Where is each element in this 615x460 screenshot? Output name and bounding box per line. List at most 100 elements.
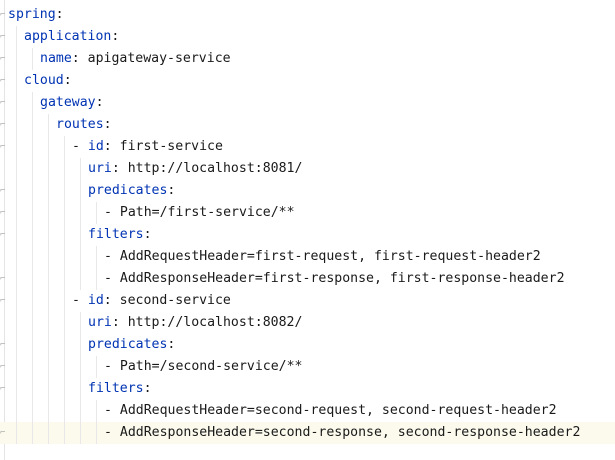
- code-line[interactable]: ⌐ predicates:: [0, 334, 615, 356]
- code-text: gateway:: [40, 92, 104, 114]
- code-line[interactable]: ⌐ gateway:: [0, 92, 615, 114]
- indent-guide: [32, 378, 33, 400]
- indent-guide: [16, 246, 17, 268]
- indent-guide: [16, 70, 17, 92]
- fold-marker-icon[interactable]: ⌐: [0, 98, 8, 108]
- code-line[interactable]: ⌐ - id: second-service: [0, 290, 615, 312]
- fold-marker-icon[interactable]: ⌐: [0, 274, 8, 284]
- code-line[interactable]: ⌐ - AddResponseHeader=first-response, fir…: [0, 268, 615, 290]
- yaml-value: AddResponseHeader=first-response, first-…: [119, 271, 565, 286]
- code-line[interactable]: ⌐ predicates:: [0, 180, 615, 202]
- code-line[interactable]: uri: http://localhost:8081/: [0, 158, 615, 180]
- indent-guide: [64, 202, 65, 224]
- code-text: filters:: [88, 224, 152, 246]
- fold-marker-icon[interactable]: ⌐: [0, 54, 8, 64]
- code-text: - AddRequestHeader=first-request, first-…: [104, 246, 541, 268]
- yaml-value: AddRequestHeader=first-request, first-re…: [119, 249, 541, 264]
- fold-marker-icon[interactable]: ⌐: [0, 120, 8, 130]
- indent-guide: [16, 48, 17, 70]
- yaml-colon: :: [95, 95, 104, 110]
- fold-marker-icon[interactable]: ⌐: [0, 384, 8, 394]
- yaml-editor[interactable]: ⌐ spring: ⌐ application: ⌐ name: apigateway-s…: [0, 0, 615, 460]
- indent-guide: [32, 268, 33, 290]
- code-text: - AddResponseHeader=second-response, sec…: [104, 422, 580, 444]
- indent-guide: [16, 136, 17, 158]
- code-line[interactable]: ⌐ filters:: [0, 224, 615, 246]
- code-line[interactable]: ⌐ spring:: [0, 4, 615, 26]
- fold-marker-icon[interactable]: ⌐: [0, 362, 8, 372]
- indent-guide: [64, 400, 65, 422]
- yaml-colon: :: [71, 51, 80, 66]
- code-text: application:: [24, 26, 119, 48]
- list-dash: -: [104, 359, 120, 374]
- fold-marker-icon[interactable]: ⌐: [0, 428, 8, 438]
- indent-guide: [16, 378, 17, 400]
- code-text: - Path=/second-service/**: [104, 356, 303, 378]
- indent-guide: [80, 356, 81, 378]
- fold-marker-icon[interactable]: ⌐: [0, 142, 8, 152]
- code-line[interactable]: - AddRequestHeader=first-request, first-…: [0, 246, 615, 268]
- code-text: cloud:: [24, 70, 72, 92]
- yaml-key: id: [87, 293, 104, 308]
- indent-guide: [64, 224, 65, 246]
- indent-guide: [32, 356, 33, 378]
- list-dash: -: [104, 425, 120, 440]
- indent-guide: [80, 180, 81, 202]
- indent-guide: [32, 92, 33, 114]
- yaml-key: name: [40, 51, 72, 66]
- indent-guide: [48, 114, 49, 136]
- indent-guide: [32, 246, 33, 268]
- indent-guide: [96, 246, 97, 268]
- indent-guide: [16, 180, 17, 202]
- code-line[interactable]: ⌐ application:: [0, 26, 615, 48]
- fold-marker-icon[interactable]: ⌐: [0, 10, 8, 20]
- code-line[interactable]: uri: http://localhost:8082/: [0, 312, 615, 334]
- indent-guide: [64, 356, 65, 378]
- code-text: - AddResponseHeader=first-response, firs…: [104, 268, 565, 290]
- yaml-colon: :: [143, 227, 152, 242]
- list-dash: -: [104, 271, 120, 286]
- code-text: predicates:: [88, 180, 175, 202]
- code-line[interactable]: ⌐ - AddResponseHeader=second-response, se…: [0, 422, 615, 444]
- yaml-key: routes: [56, 117, 104, 132]
- indent-guide: [80, 268, 81, 290]
- fold-marker-icon[interactable]: ⌐: [0, 186, 8, 196]
- indent-guide: [48, 334, 49, 356]
- fold-marker-icon[interactable]: ⌐: [0, 296, 8, 306]
- indent-guide: [48, 224, 49, 246]
- fold-marker-icon[interactable]: ⌐: [0, 340, 8, 350]
- code-text: routes:: [56, 114, 112, 136]
- code-line[interactable]: ⌐ filters:: [0, 378, 615, 400]
- code-line[interactable]: ⌐ cloud:: [0, 70, 615, 92]
- code-line[interactable]: ⌐ routes:: [0, 114, 615, 136]
- code-line[interactable]: - AddRequestHeader=second-request, secon…: [0, 400, 615, 422]
- yaml-value: Path=/second-service/**: [119, 359, 303, 374]
- yaml-colon: :: [103, 117, 112, 132]
- code-line[interactable]: ⌐ - Path=/second-service/**: [0, 356, 615, 378]
- fold-marker-icon[interactable]: ⌐: [0, 76, 8, 86]
- indent-guide: [64, 180, 65, 202]
- indent-guide: [48, 356, 49, 378]
- indent-guide: [16, 290, 17, 312]
- fold-marker-icon[interactable]: ⌐: [0, 230, 8, 240]
- yaml-colon: :: [167, 183, 176, 198]
- yaml-key: filters: [88, 381, 144, 396]
- fold-marker-icon[interactable]: ⌐: [0, 32, 8, 42]
- code-line[interactable]: ⌐ - id: first-service: [0, 136, 615, 158]
- indent-guide: [48, 290, 49, 312]
- indent-guide: [32, 180, 33, 202]
- indent-guide: [16, 26, 17, 48]
- code-line[interactable]: ⌐ name: apigateway-service: [0, 48, 615, 70]
- list-dash: -: [72, 293, 88, 308]
- code-line[interactable]: ⌐ - Path=/first-service/**: [0, 202, 615, 224]
- yaml-colon: :: [103, 293, 112, 308]
- fold-marker-icon[interactable]: ⌐: [0, 208, 8, 218]
- indent-guide: [32, 114, 33, 136]
- yaml-value: apigateway-service: [79, 51, 231, 66]
- code-text: - Path=/first-service/**: [104, 202, 295, 224]
- indent-guide: [64, 158, 65, 180]
- yaml-colon: :: [167, 337, 176, 352]
- indent-guide: [32, 158, 33, 180]
- indent-guide: [16, 114, 17, 136]
- code-text: uri: http://localhost:8081/: [88, 158, 302, 180]
